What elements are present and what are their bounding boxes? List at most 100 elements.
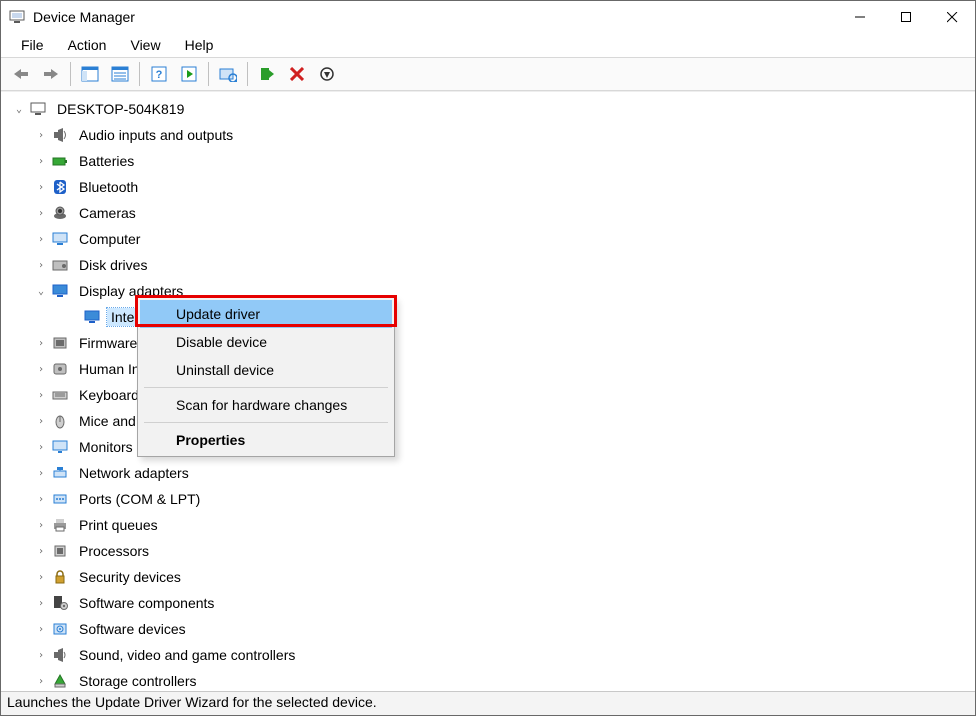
uninstall-button[interactable] xyxy=(283,60,311,88)
back-button[interactable] xyxy=(7,60,35,88)
computer-root-icon xyxy=(29,100,47,118)
tree-item-label: Software components xyxy=(79,595,214,611)
cpu-icon xyxy=(51,542,69,560)
expander-icon[interactable]: › xyxy=(33,494,49,505)
expander-icon[interactable]: › xyxy=(33,156,49,167)
tree-item-label: Audio inputs and outputs xyxy=(79,127,233,143)
minimize-button[interactable] xyxy=(837,1,883,33)
maximize-button[interactable] xyxy=(883,1,929,33)
forward-button[interactable] xyxy=(37,60,65,88)
tree-category-20[interactable]: › Storage controllers xyxy=(3,668,973,691)
show-hide-tree-button[interactable] xyxy=(76,60,104,88)
expander-icon[interactable]: ⌄ xyxy=(33,286,49,297)
tree-item-label: Cameras xyxy=(79,205,136,221)
tree-item-label: Security devices xyxy=(79,569,181,585)
app-icon xyxy=(9,9,25,25)
tree-category-18[interactable]: ›Software devices xyxy=(3,616,973,642)
tree-item-label: Network adapters xyxy=(79,465,189,481)
mouse-icon xyxy=(51,412,69,430)
expander-icon[interactable]: › xyxy=(33,234,49,245)
expander-icon[interactable]: › xyxy=(33,416,49,427)
bluetooth-icon xyxy=(51,178,69,196)
expander-icon[interactable]: › xyxy=(33,676,49,687)
tree-category-1[interactable]: ›Batteries xyxy=(3,148,973,174)
expander-icon[interactable]: › xyxy=(33,468,49,479)
context-menu-item-update-driver[interactable]: Update driver xyxy=(140,300,392,328)
update-driver-button[interactable] xyxy=(253,60,281,88)
expander-icon[interactable]: › xyxy=(33,338,49,349)
tree-item-label: Ports (COM & LPT) xyxy=(79,491,200,507)
svg-text:?: ? xyxy=(156,69,163,81)
expander-icon[interactable]: › xyxy=(33,546,49,557)
tree-category-13[interactable]: › Ports (COM & LPT) xyxy=(3,486,973,512)
display-icon xyxy=(51,282,69,300)
menu-file[interactable]: File xyxy=(11,35,54,55)
disable-button[interactable] xyxy=(313,60,341,88)
expander-icon[interactable]: › xyxy=(33,390,49,401)
expander-icon[interactable]: › xyxy=(33,624,49,635)
title-bar: Device Manager xyxy=(1,1,975,33)
expander-icon[interactable]: › xyxy=(33,572,49,583)
software-icon xyxy=(51,620,69,638)
hid-icon xyxy=(51,360,69,378)
toolbar: ? xyxy=(1,57,975,91)
printer-icon xyxy=(51,516,69,534)
toolbar-separator xyxy=(247,62,248,86)
menu-action[interactable]: Action xyxy=(58,35,117,55)
tree-category-16[interactable]: › Security devices xyxy=(3,564,973,590)
storage-icon xyxy=(51,672,69,690)
expander-icon[interactable]: › xyxy=(33,130,49,141)
tree-category-19[interactable]: › Sound, video and game controllers xyxy=(3,642,973,668)
context-menu-item-uninstall-device[interactable]: Uninstall device xyxy=(140,356,392,384)
expander-icon[interactable]: › xyxy=(33,520,49,531)
expander-icon[interactable]: › xyxy=(33,650,49,661)
help-button[interactable]: ? xyxy=(145,60,173,88)
toolbar-separator xyxy=(70,62,71,86)
expander-icon[interactable]: › xyxy=(33,208,49,219)
firmware-icon xyxy=(51,334,69,352)
battery-icon xyxy=(51,152,69,170)
expander-icon[interactable]: › xyxy=(33,182,49,193)
keyboard-icon xyxy=(51,386,69,404)
component-icon xyxy=(51,594,69,612)
action-button[interactable] xyxy=(175,60,203,88)
display-icon xyxy=(83,308,101,326)
tree-category-2[interactable]: › Bluetooth xyxy=(3,174,973,200)
expander-icon[interactable]: › xyxy=(33,442,49,453)
expander-icon[interactable]: › xyxy=(33,260,49,271)
expander-icon[interactable]: › xyxy=(33,364,49,375)
close-button[interactable] xyxy=(929,1,975,33)
tree-item-label: Computer xyxy=(79,231,140,247)
tree-item-label: Storage controllers xyxy=(79,673,197,689)
network-icon xyxy=(51,464,69,482)
expander-icon[interactable]: › xyxy=(33,598,49,609)
camera-icon xyxy=(51,204,69,222)
details-button[interactable] xyxy=(106,60,134,88)
tree-category-4[interactable]: › Computer xyxy=(3,226,973,252)
scan-hardware-button[interactable] xyxy=(214,60,242,88)
tree-item-label: Print queues xyxy=(79,517,158,533)
tree-category-14[interactable]: › Print queues xyxy=(3,512,973,538)
menu-view[interactable]: View xyxy=(120,35,170,55)
tree-category-5[interactable]: ›Disk drives xyxy=(3,252,973,278)
tree-item-label: Bluetooth xyxy=(79,179,138,195)
menu-help[interactable]: Help xyxy=(175,35,224,55)
tree-category-0[interactable]: › Audio inputs and outputs xyxy=(3,122,973,148)
tree-category-12[interactable]: › Network adapters xyxy=(3,460,973,486)
tree-item-label: Firmware xyxy=(79,335,137,351)
tree-category-3[interactable]: › Cameras xyxy=(3,200,973,226)
speaker-icon xyxy=(51,126,69,144)
context-menu-item-scan-for-hardware-changes[interactable]: Scan for hardware changes xyxy=(140,391,392,419)
tree-category-15[interactable]: ›Processors xyxy=(3,538,973,564)
context-menu-item-properties[interactable]: Properties xyxy=(140,426,392,454)
tree-category-17[interactable]: › Software components xyxy=(3,590,973,616)
context-menu-item-disable-device[interactable]: Disable device xyxy=(140,328,392,356)
tree-root[interactable]: ⌄DESKTOP-504K819 xyxy=(3,96,973,122)
status-text: Launches the Update Driver Wizard for th… xyxy=(7,694,377,710)
context-menu-separator xyxy=(144,422,388,423)
tree-item-label: Sound, video and game controllers xyxy=(79,647,295,663)
expander-icon[interactable]: ⌄ xyxy=(11,104,27,115)
sound-icon xyxy=(51,646,69,664)
tree-item-label: Monitors xyxy=(79,439,133,455)
tree-item-label: Keyboards xyxy=(79,387,146,403)
